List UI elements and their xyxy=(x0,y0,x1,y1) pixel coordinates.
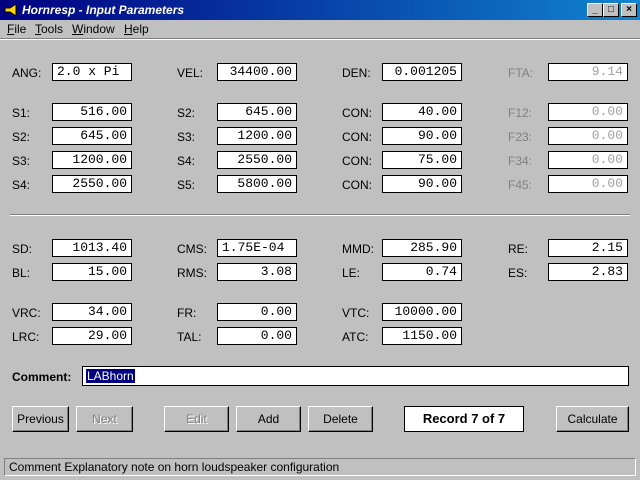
menu-help[interactable]: Help xyxy=(124,22,149,36)
next-button[interactable]: Next xyxy=(76,406,133,432)
previous-button[interactable]: Previous xyxy=(12,406,69,432)
f45-field[interactable]: 0.00 xyxy=(548,175,628,193)
con1-field[interactable]: 40.00 xyxy=(382,103,462,121)
s5-label: S5: xyxy=(177,178,196,192)
window-title: Hornresp - Input Parameters xyxy=(22,3,185,17)
s3-field[interactable]: 1200.00 xyxy=(217,127,297,145)
mmd-field[interactable]: 285.90 xyxy=(382,239,462,257)
fr-field[interactable]: 0.00 xyxy=(217,303,297,321)
menu-tools-label: ools xyxy=(41,22,64,36)
fta-label: FTA: xyxy=(508,66,534,80)
comment-value: LABhorn xyxy=(86,369,135,383)
con4-label: CON: xyxy=(342,178,372,192)
mmd-label: MMD: xyxy=(342,242,374,256)
s4-field[interactable]: 2550.00 xyxy=(217,151,297,169)
vel-field[interactable]: 34400.00 xyxy=(217,63,297,81)
s2-left-field[interactable]: 645.00 xyxy=(52,127,132,145)
s2-label: S2: xyxy=(177,106,196,120)
den-field[interactable]: 0.001205 xyxy=(382,63,462,81)
vtc-field[interactable]: 10000.00 xyxy=(382,303,462,321)
record-indicator: Record 7 of 7 xyxy=(404,406,524,432)
s4-label: S4: xyxy=(177,154,196,168)
sd-label: SD: xyxy=(12,242,33,256)
s3-left-field[interactable]: 1200.00 xyxy=(52,151,132,169)
bl-field[interactable]: 15.00 xyxy=(52,263,132,281)
vtc-label: VTC: xyxy=(342,306,370,320)
status-bar: Comment Explanatory note on horn loudspe… xyxy=(4,458,636,476)
re-field[interactable]: 2.15 xyxy=(548,239,628,257)
f12-field[interactable]: 0.00 xyxy=(548,103,628,121)
con1-label: CON: xyxy=(342,106,372,120)
s3-left-label: S3: xyxy=(12,154,31,168)
f34-label: F34: xyxy=(508,154,533,168)
menu-help-label: elp xyxy=(132,22,149,36)
con2-field[interactable]: 90.00 xyxy=(382,127,462,145)
f12-label: F12: xyxy=(508,106,533,120)
menu-window[interactable]: Window xyxy=(72,22,115,36)
s1-field[interactable]: 516.00 xyxy=(52,103,132,121)
f34-field[interactable]: 0.00 xyxy=(548,151,628,169)
s1-label: S1: xyxy=(12,106,31,120)
s3-label: S3: xyxy=(177,130,196,144)
ang-label: ANG: xyxy=(12,66,42,80)
s2-left-label: S2: xyxy=(12,130,31,144)
le-field[interactable]: 0.74 xyxy=(382,263,462,281)
fr-label: FR: xyxy=(177,306,197,320)
tal-field[interactable]: 0.00 xyxy=(217,327,297,345)
con3-label: CON: xyxy=(342,154,372,168)
f23-label: F23: xyxy=(508,130,533,144)
tal-label: TAL: xyxy=(177,330,202,344)
bl-label: BL: xyxy=(12,266,31,280)
s5-field[interactable]: 5800.00 xyxy=(217,175,297,193)
delete-button[interactable]: Delete xyxy=(308,406,373,432)
s4-left-label: S4: xyxy=(12,178,31,192)
vrc-field[interactable]: 34.00 xyxy=(52,303,132,321)
menu-bar: File Tools Window Help xyxy=(0,20,640,38)
lrc-field[interactable]: 29.00 xyxy=(52,327,132,345)
edit-button[interactable]: Edit xyxy=(164,406,229,432)
den-label: DEN: xyxy=(342,66,371,80)
sd-field[interactable]: 1013.40 xyxy=(52,239,132,257)
ang-field[interactable]: 2.0 x Pi xyxy=(52,63,132,81)
app-icon xyxy=(4,3,17,17)
vrc-label: VRC: xyxy=(12,306,41,320)
calculate-button[interactable]: Calculate xyxy=(556,406,629,432)
es-field[interactable]: 2.83 xyxy=(548,263,628,281)
cms-label: CMS: xyxy=(177,242,207,256)
menu-file-label: ile xyxy=(14,22,27,36)
maximize-button[interactable]: □ xyxy=(603,3,619,17)
section-divider xyxy=(10,214,630,216)
add-button[interactable]: Add xyxy=(236,406,301,432)
vel-label: VEL: xyxy=(177,66,204,80)
cms-field[interactable]: 1.75E-04 xyxy=(217,239,297,257)
menu-divider xyxy=(0,38,640,40)
atc-label: ATC: xyxy=(342,330,369,344)
rms-field[interactable]: 3.08 xyxy=(217,263,297,281)
menu-window-label: indow xyxy=(83,22,115,36)
main-window: Hornresp - Input Parameters _ □ × File T… xyxy=(0,0,640,480)
s2-field[interactable]: 645.00 xyxy=(217,103,297,121)
f45-label: F45: xyxy=(508,178,533,192)
rms-label: RMS: xyxy=(177,266,207,280)
menu-window-accel: W xyxy=(72,22,84,36)
le-label: LE: xyxy=(342,266,361,280)
fta-field[interactable]: 9.14 xyxy=(548,63,628,81)
menu-help-accel: H xyxy=(124,22,133,36)
con4-field[interactable]: 90.00 xyxy=(382,175,462,193)
comment-field[interactable]: LABhorn xyxy=(82,366,629,386)
title-bar[interactable]: Hornresp - Input Parameters _ □ × xyxy=(0,0,640,20)
comment-label: Comment: xyxy=(12,370,72,384)
s4-left-field[interactable]: 2550.00 xyxy=(52,175,132,193)
con3-field[interactable]: 75.00 xyxy=(382,151,462,169)
f23-field[interactable]: 0.00 xyxy=(548,127,628,145)
lrc-label: LRC: xyxy=(12,330,40,344)
con2-label: CON: xyxy=(342,130,372,144)
atc-field[interactable]: 1150.00 xyxy=(382,327,462,345)
menu-tools[interactable]: Tools xyxy=(35,22,63,36)
menu-file[interactable]: File xyxy=(7,22,26,36)
re-label: RE: xyxy=(508,242,529,256)
minimize-button[interactable]: _ xyxy=(587,3,603,17)
es-label: ES: xyxy=(508,266,528,280)
close-button[interactable]: × xyxy=(621,3,637,17)
